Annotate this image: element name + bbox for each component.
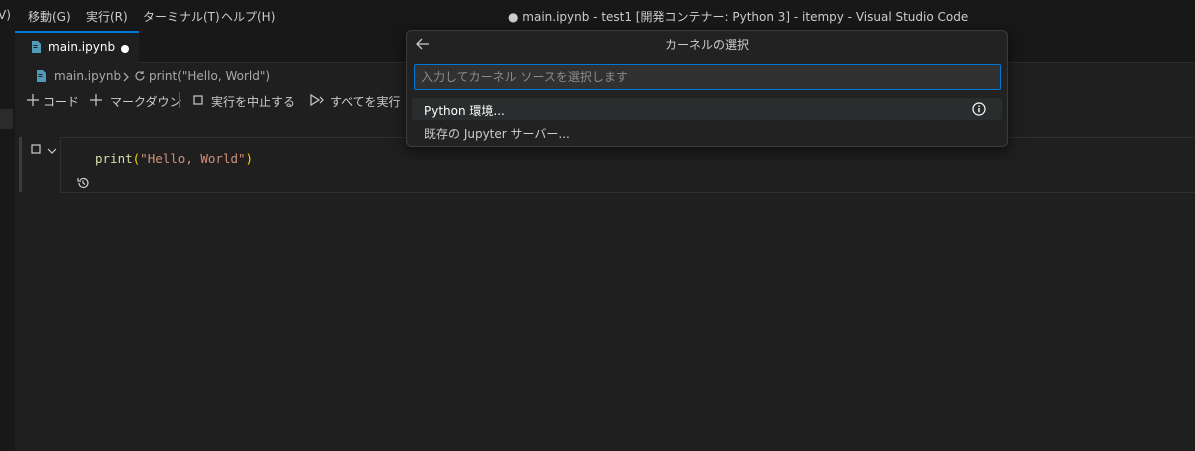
cell-focus-indicator — [19, 137, 22, 192]
notebook-file-icon — [36, 70, 46, 85]
add-code-label: コード — [43, 95, 80, 109]
kernel-quick-pick: カーネルの選択 Python 環境... 既存の Jupyter サーバー... — [406, 30, 1008, 147]
window-title: ● main.ipynb - test1 [開発コンテナー: Python 3]… — [508, 10, 969, 24]
code-paren-close: ) — [245, 151, 254, 166]
notebook-file-icon — [31, 41, 41, 56]
quick-pick-item-label: Python 環境... — [424, 104, 505, 118]
interrupt-label: 実行を中止する — [211, 95, 296, 109]
code-string: "Hello, World" — [140, 151, 246, 166]
activity-item[interactable] — [0, 109, 13, 129]
menu-help[interactable]: ヘルプ(H) — [221, 8, 275, 25]
history-icon[interactable] — [76, 176, 90, 193]
menu-view[interactable]: V) — [0, 8, 11, 22]
quick-pick-item-label: 既存の Jupyter サーバー... — [424, 127, 570, 141]
tab-main-ipynb[interactable]: main.ipynb — [15, 31, 139, 63]
code-function: print — [95, 151, 133, 166]
stop-icon — [193, 95, 203, 105]
chevron-down-icon[interactable] — [47, 144, 57, 158]
breadcrumb-cell[interactable]: print("Hello, World") — [149, 69, 270, 83]
quick-pick-title: カーネルの選択 — [664, 38, 749, 52]
add-markdown-label: マークダウン — [110, 95, 182, 109]
tab-label: main.ipynb — [48, 40, 116, 54]
info-icon[interactable] — [972, 102, 986, 116]
chevron-right-icon — [122, 71, 130, 85]
plus-icon — [90, 94, 102, 106]
cell-stop-icon[interactable] — [31, 143, 41, 157]
title-bar: V) 移動(G) 実行(R) ターミナル(T) ヘルプ(H) ● main.ip… — [0, 0, 1195, 31]
run-all-icon — [310, 94, 324, 106]
breadcrumb-file[interactable]: main.ipynb — [54, 69, 121, 83]
menu-run[interactable]: 実行(R) — [86, 8, 128, 25]
sync-icon — [134, 70, 146, 85]
toolbar-separator — [179, 92, 180, 108]
unsaved-dot-icon[interactable] — [121, 45, 129, 53]
plus-icon — [27, 94, 39, 106]
quick-pick-item-jupyter-server[interactable]: 既存の Jupyter サーバー... — [412, 121, 1002, 143]
menu-go[interactable]: 移動(G) — [28, 8, 71, 25]
kernel-search-input[interactable] — [414, 64, 1001, 90]
cell-source[interactable]: print("Hello, World") — [95, 151, 253, 166]
quick-pick-item-python-env[interactable]: Python 環境... — [412, 98, 1002, 120]
run-all-label: すべてを実行 — [330, 95, 401, 109]
activity-bar — [0, 31, 15, 451]
menu-terminal[interactable]: ターミナル(T) — [143, 8, 220, 25]
